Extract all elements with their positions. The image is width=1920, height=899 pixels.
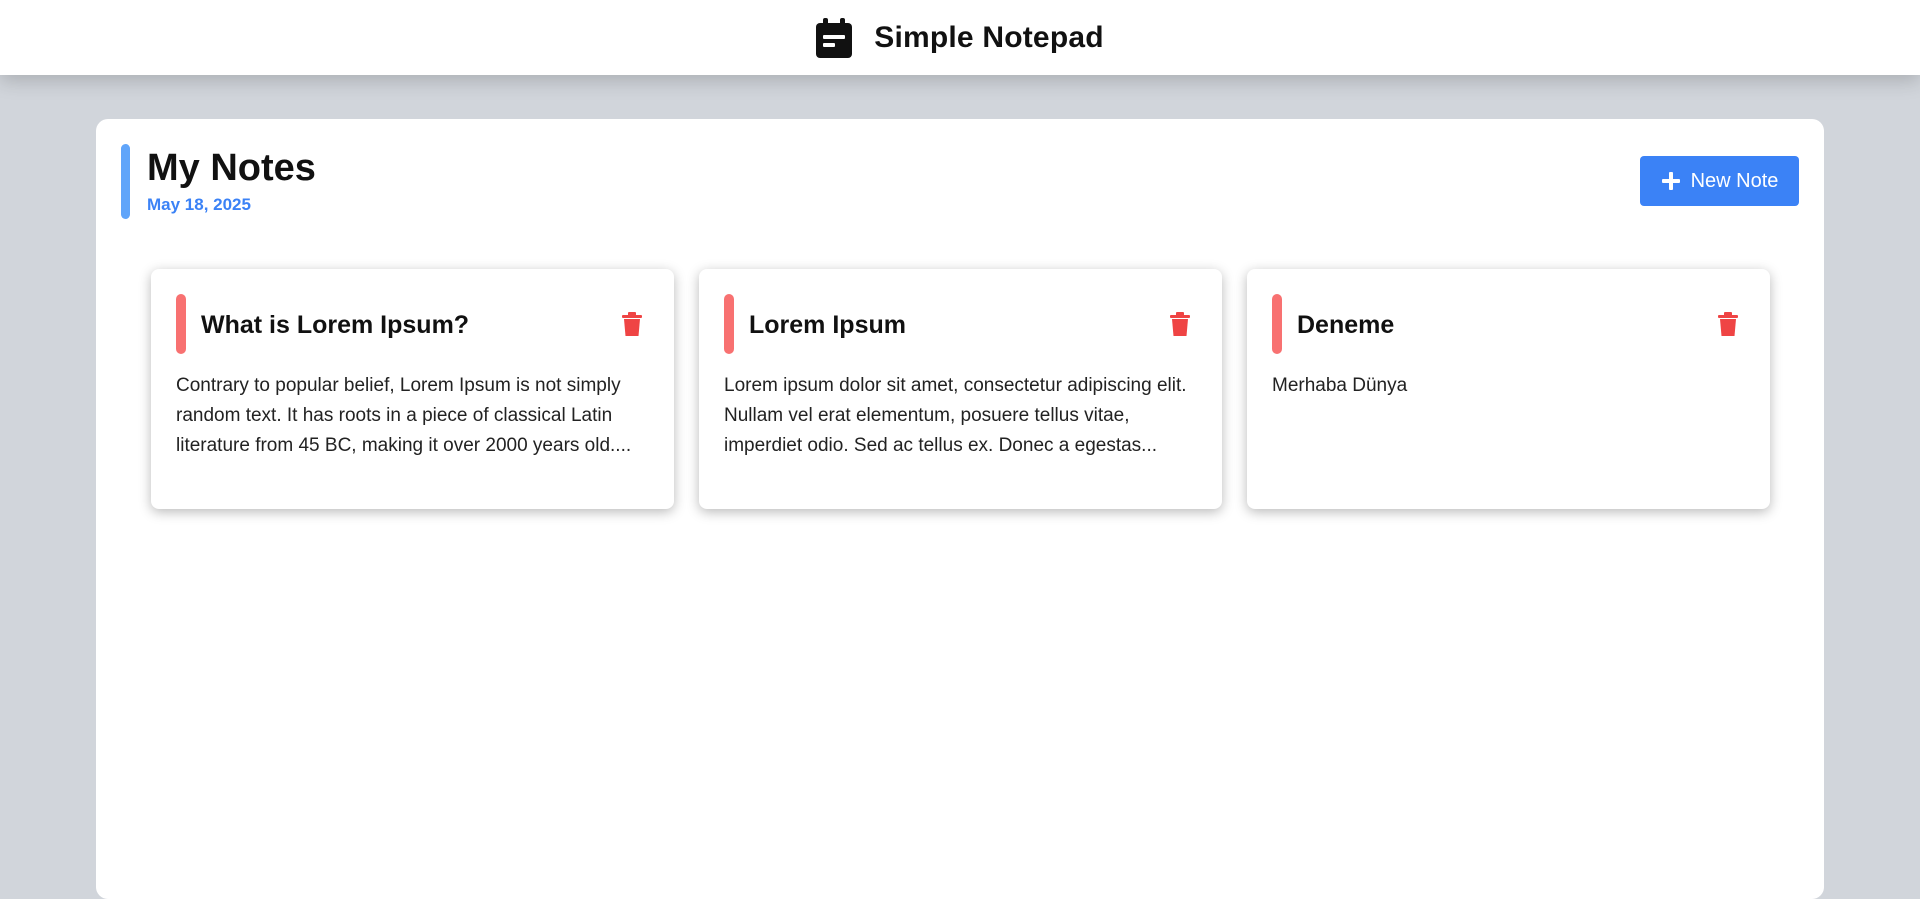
- note-card[interactable]: Deneme Merhaba Dünya: [1247, 269, 1770, 509]
- notes-panel: My Notes May 18, 2025 New Note What is L…: [96, 119, 1824, 899]
- note-card[interactable]: Lorem Ipsum Lorem ipsum dolor sit amet, …: [699, 269, 1222, 509]
- plus-icon: [1661, 172, 1680, 190]
- note-preview: Contrary to popular belief, Lorem Ipsum …: [176, 375, 632, 456]
- trash-icon: [1718, 312, 1738, 336]
- note-accent-bar: [724, 294, 734, 354]
- notes-grid: What is Lorem Ipsum? Contrary to popular…: [151, 269, 1770, 509]
- header-accent-bar: [121, 144, 130, 219]
- note-title: Lorem Ipsum: [749, 311, 906, 339]
- notepad-icon: [816, 17, 853, 58]
- note-accent-bar: [1272, 294, 1282, 354]
- note-title: What is Lorem Ipsum?: [201, 311, 470, 339]
- top-bar: Simple Notepad: [0, 0, 1920, 75]
- delete-note-button[interactable]: [1170, 311, 1194, 337]
- new-note-label: New Note: [1690, 169, 1779, 192]
- note-title: Deneme: [1297, 311, 1395, 339]
- delete-note-button[interactable]: [1718, 311, 1742, 337]
- note-card[interactable]: What is Lorem Ipsum? Contrary to popular…: [151, 269, 674, 509]
- app-title: Simple Notepad: [874, 20, 1104, 54]
- page-title: My Notes: [147, 147, 316, 189]
- note-preview: Merhaba Dünya: [1272, 375, 1408, 396]
- trash-icon: [1170, 312, 1190, 336]
- page-date: May 18, 2025: [147, 195, 251, 214]
- brand: Simple Notepad: [816, 17, 1104, 58]
- note-accent-bar: [176, 294, 186, 354]
- note-preview: Lorem ipsum dolor sit amet, consectetur …: [724, 375, 1187, 456]
- delete-note-button[interactable]: [622, 311, 646, 337]
- trash-icon: [622, 312, 642, 336]
- new-note-button[interactable]: New Note: [1640, 156, 1799, 206]
